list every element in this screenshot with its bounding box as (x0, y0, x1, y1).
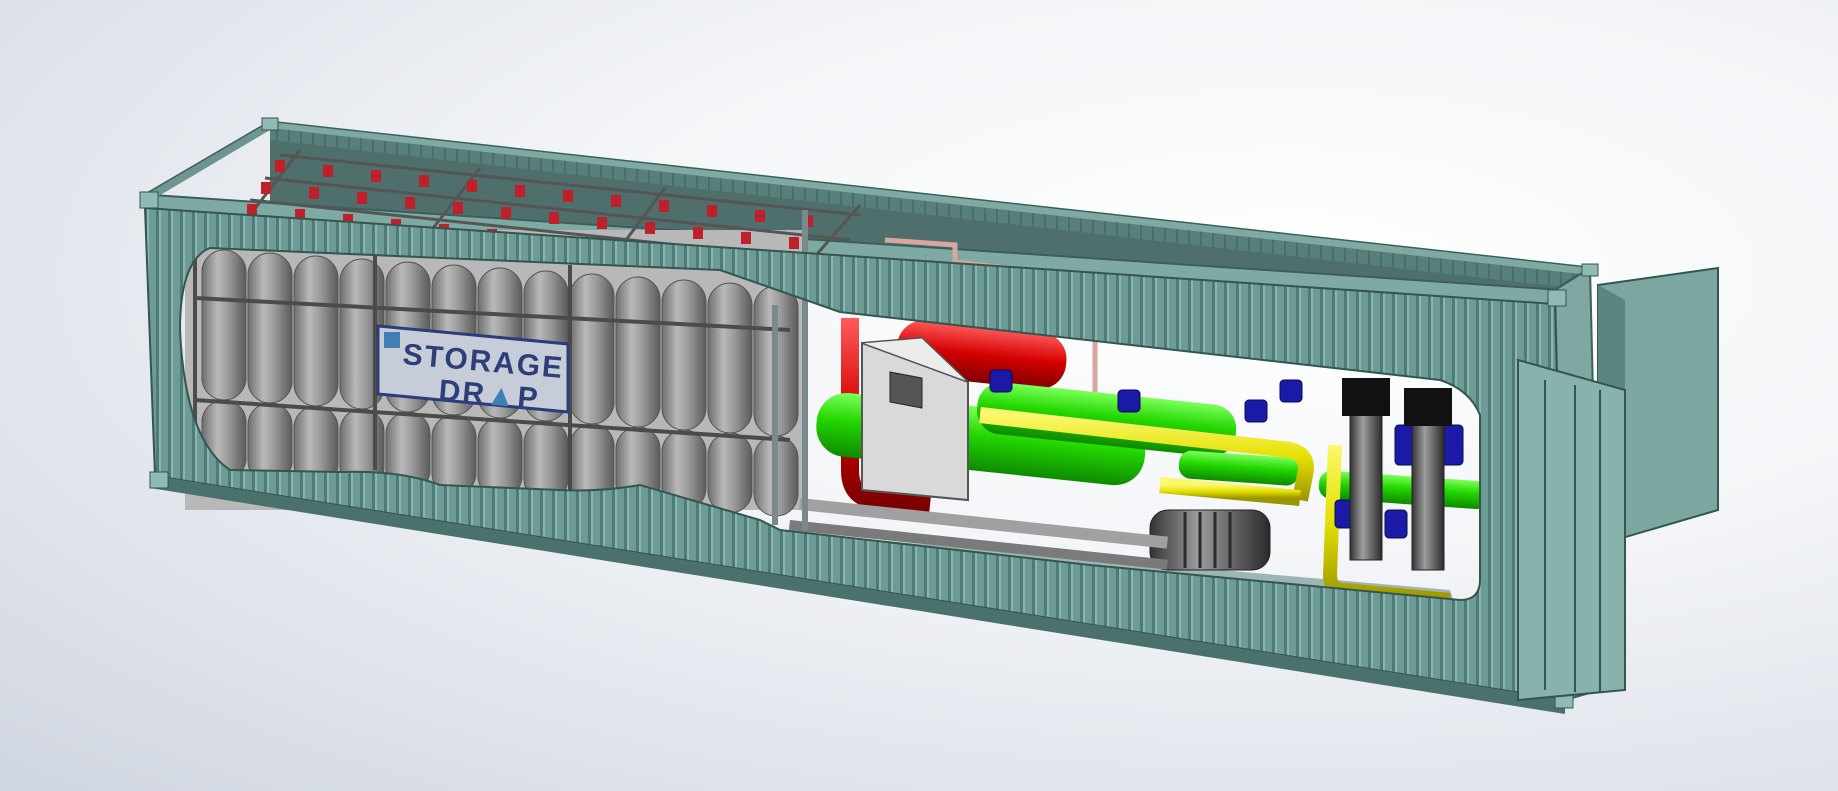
cylinder-valve (357, 192, 367, 204)
gas-cylinder (569, 273, 615, 425)
cylinder-valve (515, 185, 525, 197)
cylinder-valve (707, 205, 717, 217)
cylinder-valve (611, 195, 621, 207)
cylinder-valve (261, 182, 271, 194)
cylinder-valve (453, 202, 463, 214)
cylinder-valve (467, 180, 477, 192)
logo-line-2: DR (437, 374, 487, 411)
cad-render: STORAGE DR▲P (0, 0, 1838, 791)
cylinder-valve (563, 190, 573, 202)
cylinder-valve (741, 232, 751, 244)
gas-cylinder (431, 414, 477, 496)
gas-cylinder (707, 432, 753, 514)
gas-cylinder-bank (185, 149, 862, 517)
cylinder-valve (597, 217, 607, 229)
gas-cylinder (293, 255, 339, 407)
cylinder-valve (645, 222, 655, 234)
gas-cylinder (615, 276, 661, 428)
gas-cylinder (707, 282, 753, 434)
cylinder-valve (789, 237, 799, 249)
cylinder-valve (755, 210, 765, 222)
gas-cylinder (661, 279, 707, 431)
gas-cylinder (201, 249, 247, 401)
cylinder-valve (549, 212, 559, 224)
cylinder-valve (323, 165, 333, 177)
logo-line-2-end: P (516, 381, 541, 416)
cylinder-valve (693, 227, 703, 239)
cylinder-valve (371, 170, 381, 182)
cylinder-valve (419, 175, 429, 187)
container-model: STORAGE DR▲P (139, 117, 1719, 714)
cylinder-valve (659, 200, 669, 212)
cylinder-valve (405, 197, 415, 209)
cylinder-valve (501, 207, 511, 219)
gas-cylinder (247, 252, 293, 404)
cylinder-valve (309, 187, 319, 199)
cylinder-valve (275, 160, 285, 172)
